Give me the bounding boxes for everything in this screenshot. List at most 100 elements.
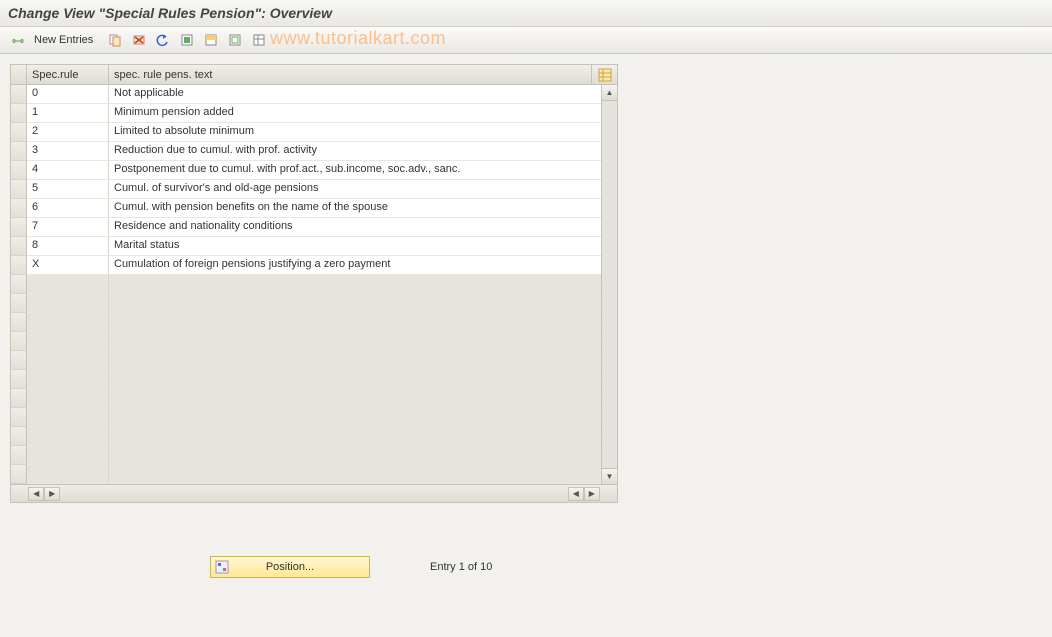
row-selector[interactable] [11,85,27,104]
row-selector[interactable] [11,465,27,484]
cell-spec-rule-text[interactable]: Cumulation of foreign pensions justifyin… [109,256,601,275]
cell-spec-rule[interactable]: 1 [27,104,109,123]
cell-spec-rule[interactable]: 4 [27,161,109,180]
row-selector[interactable] [11,142,27,161]
glasses-icon[interactable] [8,30,28,50]
cell-spec-rule[interactable] [27,446,109,465]
cell-spec-rule[interactable] [27,275,109,294]
cell-spec-rule[interactable] [27,427,109,446]
row-selector[interactable] [11,332,27,351]
hscroll-right-icon[interactable]: ▶ [44,487,60,501]
position-button-label: Position... [266,561,314,573]
cell-spec-rule[interactable]: X [27,256,109,275]
cell-spec-rule-text[interactable]: Cumul. with pension benefits on the name… [109,199,601,218]
row-selector[interactable] [11,104,27,123]
scroll-track[interactable] [602,101,617,468]
copy-icon[interactable] [105,30,125,50]
cell-spec-rule[interactable] [27,294,109,313]
content-area: Spec.rule spec. rule pens. text 0Not app… [0,54,1052,513]
cell-spec-rule[interactable]: 6 [27,199,109,218]
bottom-bar: Position... Entry 1 of 10 [10,556,618,578]
cell-spec-rule[interactable] [27,332,109,351]
cell-spec-rule-text[interactable] [109,313,601,332]
cell-spec-rule[interactable]: 7 [27,218,109,237]
cell-spec-rule[interactable] [27,465,109,484]
deselect-all-icon[interactable] [225,30,245,50]
row-selector[interactable] [11,123,27,142]
hscroll-left-icon[interactable]: ◀ [28,487,44,501]
cell-spec-rule-text[interactable]: Minimum pension added [109,104,601,123]
position-icon [215,560,229,574]
row-selector[interactable] [11,294,27,313]
vertical-scrollbar[interactable]: ▲ ▼ [601,85,617,484]
table-row [11,351,601,370]
cell-spec-rule-text[interactable] [109,389,601,408]
hscroll-left2-icon[interactable]: ◀ [568,487,584,501]
cell-spec-rule[interactable]: 8 [27,237,109,256]
row-selector[interactable] [11,161,27,180]
cell-spec-rule-text[interactable]: Not applicable [109,85,601,104]
select-block-icon[interactable] [201,30,221,50]
cell-spec-rule-text[interactable] [109,427,601,446]
table-row [11,370,601,389]
table-row [11,408,601,427]
cell-spec-rule[interactable] [27,370,109,389]
scroll-down-icon[interactable]: ▼ [602,468,617,484]
row-selector[interactable] [11,408,27,427]
cell-spec-rule-text[interactable]: Residence and nationality conditions [109,218,601,237]
cell-spec-rule[interactable] [27,313,109,332]
cell-spec-rule-text[interactable] [109,446,601,465]
table-config-icon[interactable] [591,65,617,84]
cell-spec-rule-text[interactable] [109,275,601,294]
hscroll-right2-icon[interactable]: ▶ [584,487,600,501]
table-panel: Spec.rule spec. rule pens. text 0Not app… [10,64,618,503]
new-entries-button[interactable]: New Entries [32,34,101,46]
cell-spec-rule[interactable]: 3 [27,142,109,161]
watermark-text: www.tutorialkart.com [270,28,446,49]
cell-spec-rule-text[interactable] [109,351,601,370]
table-row [11,294,601,313]
row-selector[interactable] [11,446,27,465]
position-button[interactable]: Position... [210,556,370,578]
row-selector[interactable] [11,199,27,218]
row-selector[interactable] [11,237,27,256]
cell-spec-rule[interactable] [27,408,109,427]
cell-spec-rule[interactable]: 0 [27,85,109,104]
cell-spec-rule-text[interactable]: Cumul. of survivor's and old-age pension… [109,180,601,199]
cell-spec-rule[interactable] [27,351,109,370]
table-footer: ◀ ▶ ◀ ▶ [11,484,617,502]
row-selector[interactable] [11,313,27,332]
scroll-up-icon[interactable]: ▲ [602,85,617,101]
cell-spec-rule-text[interactable]: Limited to absolute minimum [109,123,601,142]
row-selector[interactable] [11,370,27,389]
row-selector[interactable] [11,180,27,199]
cell-spec-rule-text[interactable] [109,465,601,484]
cell-spec-rule-text[interactable]: Reduction due to cumul. with prof. activ… [109,142,601,161]
table-row [11,389,601,408]
select-all-icon[interactable] [177,30,197,50]
table-row: 2Limited to absolute minimum [11,123,601,142]
select-all-rows-corner[interactable] [11,65,27,84]
cell-spec-rule[interactable] [27,389,109,408]
cell-spec-rule-text[interactable] [109,294,601,313]
delete-row-icon[interactable] [129,30,149,50]
column-header-spec-rule-text[interactable]: spec. rule pens. text [109,65,591,84]
cell-spec-rule[interactable]: 2 [27,123,109,142]
cell-spec-rule-text[interactable] [109,370,601,389]
cell-spec-rule-text[interactable] [109,408,601,427]
row-selector[interactable] [11,256,27,275]
row-selector[interactable] [11,351,27,370]
column-header-spec-rule[interactable]: Spec.rule [27,65,109,84]
row-selector[interactable] [11,427,27,446]
cell-spec-rule[interactable]: 5 [27,180,109,199]
row-selector[interactable] [11,218,27,237]
table-row: 6Cumul. with pension benefits on the nam… [11,199,601,218]
undo-icon[interactable] [153,30,173,50]
row-selector[interactable] [11,275,27,294]
table-settings-icon[interactable] [249,30,269,50]
cell-spec-rule-text[interactable] [109,332,601,351]
row-selector[interactable] [11,389,27,408]
cell-spec-rule-text[interactable]: Marital status [109,237,601,256]
cell-spec-rule-text[interactable]: Postponement due to cumul. with prof.act… [109,161,601,180]
page-title: Change View "Special Rules Pension": Ove… [8,5,332,21]
